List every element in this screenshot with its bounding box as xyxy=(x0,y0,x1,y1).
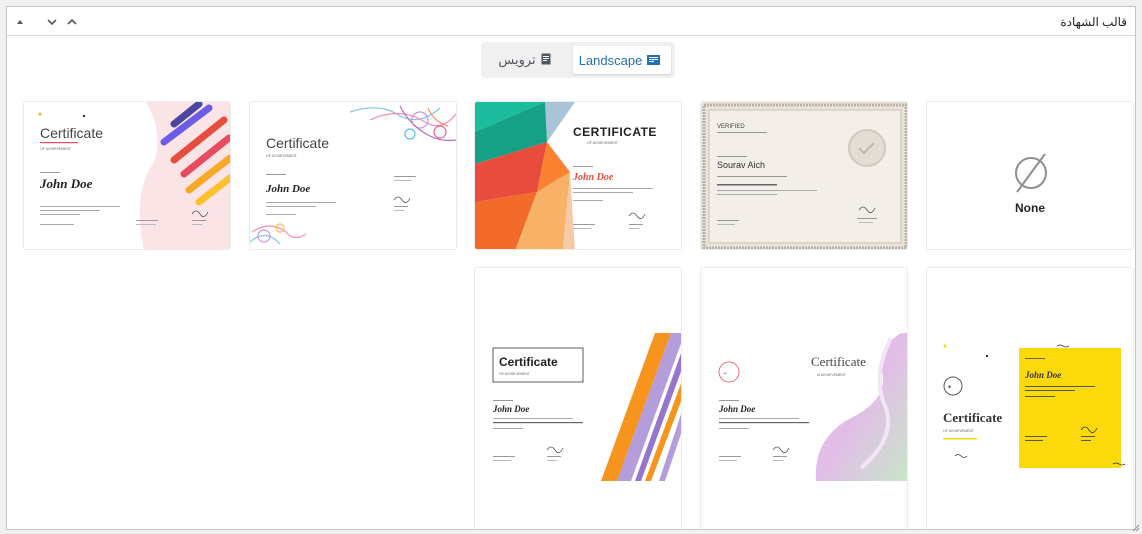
certificate-template-panel: قالب الشهادة ترويس Landscape Certificate… xyxy=(6,6,1136,530)
cert-7-name: John Doe xyxy=(1024,370,1061,380)
cert-6-title: Certificate xyxy=(811,354,866,369)
template-card-certificate-4[interactable]: VERIFIED Sourav Aich xyxy=(700,101,908,250)
cert-3-subtitle: OF ACHIEVEMENT xyxy=(587,141,619,145)
certificate-preview-2: Certificate OF ACHIEVEMENT John Doe xyxy=(250,102,456,249)
template-card-certificate-1[interactable]: Certificate OF ACHIEVEMENT John Doe xyxy=(23,101,231,250)
cert-1-title: Certificate xyxy=(40,125,103,141)
svg-text:✦: ✦ xyxy=(723,371,727,377)
certificate-preview-4: VERIFIED Sourav Aich xyxy=(701,102,907,249)
cert-6-name: John Doe xyxy=(718,404,755,414)
cert-5-subtitle: OF ACHIEVEMENT xyxy=(499,372,531,376)
none-label: None xyxy=(1015,201,1045,215)
cert-1-name: John Doe xyxy=(39,176,93,191)
portrait-label: ترويس xyxy=(498,52,536,67)
landscape-label: Landscape xyxy=(578,52,643,68)
certificate-preview-7: ✦ Certificate OF ACHIEVEMENT John Doe xyxy=(927,268,1133,529)
chevron-down-icon[interactable] xyxy=(43,13,61,31)
cert-3-name: John Doe xyxy=(572,172,614,183)
chevron-up-icon[interactable] xyxy=(63,13,81,31)
panel-title: قالب الشهادة xyxy=(1060,15,1127,29)
template-card-certificate-5[interactable]: Certificate OF ACHIEVEMENT John Doe xyxy=(474,267,682,529)
portrait-button[interactable]: ترويس xyxy=(487,46,567,74)
certificate-preview-5: Certificate OF ACHIEVEMENT John Doe xyxy=(475,268,681,529)
cert-5-title: Certificate xyxy=(499,355,558,369)
certificate-preview-3: CERTIFICATE OF ACHIEVEMENT John Doe xyxy=(475,102,681,249)
landscape-page-icon xyxy=(647,53,661,68)
orientation-toggle: ترويس Landscape xyxy=(481,42,675,78)
portrait-page-icon xyxy=(541,53,551,68)
certificate-preview-1: Certificate OF ACHIEVEMENT John Doe xyxy=(24,102,230,249)
cert-4-name: Sourav Aich xyxy=(717,160,765,170)
cert-6-subtitle: of ACHIEVEMENT xyxy=(817,373,847,377)
svg-text:✦: ✦ xyxy=(947,384,952,391)
cert-3-title: CERTIFICATE xyxy=(573,125,657,139)
cert-2-subtitle: OF ACHIEVEMENT xyxy=(266,154,298,158)
panel-header: قالب الشهادة xyxy=(7,7,1135,36)
cert-5-name: John Doe xyxy=(492,404,529,414)
template-card-none[interactable]: None xyxy=(926,101,1134,250)
cert-2-title: Certificate xyxy=(266,135,329,151)
cert-2-name: John Doe xyxy=(265,183,310,195)
cert-7-title: Certificate xyxy=(943,410,1002,425)
template-card-certificate-2[interactable]: Certificate OF ACHIEVEMENT John Doe xyxy=(249,101,457,250)
resize-grip-icon[interactable] xyxy=(1132,524,1140,532)
move-up-triangle-icon[interactable] xyxy=(11,13,29,31)
empty-set-icon xyxy=(1015,153,1047,193)
cert-4-title: VERIFIED xyxy=(717,124,745,130)
template-card-certificate-7[interactable]: ✦ Certificate OF ACHIEVEMENT John Doe xyxy=(926,267,1134,529)
cert-7-subtitle: OF ACHIEVEMENT xyxy=(943,429,975,433)
cert-1-subtitle: OF ACHIEVEMENT xyxy=(40,147,72,151)
landscape-button[interactable]: Landscape xyxy=(573,46,671,74)
template-card-certificate-3[interactable]: CERTIFICATE OF ACHIEVEMENT John Doe xyxy=(474,101,682,250)
template-card-certificate-6[interactable]: ✦ Certificate of ACHIEVEMENT John Doe xyxy=(700,267,908,529)
certificate-preview-6: ✦ Certificate of ACHIEVEMENT John Doe xyxy=(701,268,907,529)
